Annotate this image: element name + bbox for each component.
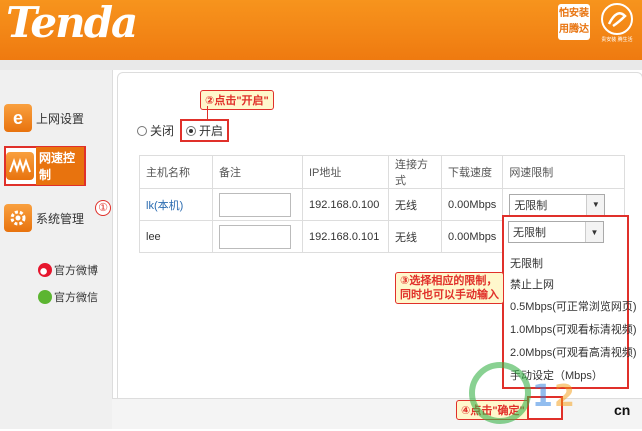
svg-text:2: 2 (554, 379, 575, 414)
step3-line1: ③选择相应的限制， (400, 275, 498, 287)
download-speed: 0.00Mbps (440, 188, 504, 221)
watermark-text: cn (614, 402, 631, 418)
speed-wave-icon (6, 152, 34, 180)
col-limit: 网速限制 (502, 155, 626, 189)
limit-value: 无限制 (513, 227, 546, 239)
weibo-label: 官方微博 (54, 265, 98, 277)
chevron-down-icon: ▼ (586, 194, 605, 215)
internet-e-icon: e (4, 104, 32, 132)
header-bar: Tenda 怕安装 用腾达 贵安装 腾生活 (0, 0, 642, 60)
sidebar-weibo-link[interactable]: 官方微博 (38, 262, 98, 278)
connection-type: 无线 (388, 188, 442, 221)
svg-text:1: 1 (532, 379, 553, 414)
ip-address: 192.168.0.100 (302, 188, 389, 221)
sidebar-item-internet[interactable]: e 上网设置 (4, 98, 112, 138)
step1-marker: ① (95, 200, 111, 216)
on-radio[interactable] (186, 125, 197, 136)
weibo-icon (38, 263, 52, 277)
ip-address: 192.168.0.101 (302, 220, 389, 253)
header-divider (0, 60, 642, 70)
col-host: 主机名称 (139, 155, 213, 189)
brand-emblem-icon: 贵安装 腾生活 (596, 2, 638, 43)
limit-select-open[interactable]: 无限制 ▼ (508, 221, 604, 243)
dropdown-option[interactable]: 1.0Mbps(可观看标清视频) (510, 321, 637, 337)
remark-input[interactable] (219, 224, 291, 249)
step3-line2: 同时也可以手动输入 (400, 289, 499, 301)
remark-input[interactable] (219, 192, 291, 217)
speed-control-toggle: 关闭 开启 (137, 119, 230, 142)
host-name[interactable]: lk(本机) (146, 200, 183, 212)
install-badge: 怕安装 用腾达 (558, 4, 590, 40)
on-option[interactable]: 开启 (180, 119, 230, 142)
col-remark: 备注 (212, 155, 303, 189)
step3-callout: ③选择相应的限制， 同时也可以手动输入 (395, 272, 504, 304)
host-name: lee (146, 230, 161, 243)
chevron-down-icon: ▼ (585, 222, 603, 242)
off-label: 关闭 (150, 124, 175, 138)
dropdown-option[interactable]: 0.5Mbps(可正常浏览网页) (510, 298, 637, 314)
col-ip: IP地址 (302, 155, 389, 189)
limit-select[interactable]: 无限制 ▼ (509, 193, 606, 216)
on-label: 开启 (199, 124, 224, 138)
col-speed: 下载速度 (440, 155, 504, 189)
badge-line1: 怕安装 (559, 8, 589, 19)
sidebar-item-speed-control[interactable]: 网速控制 (4, 146, 86, 186)
brand-subtitle: 贵安装 腾生活 (601, 37, 633, 43)
sidebar: e 上网设置 网速控制 系统管理 官方微博 官方微信 ① (0, 70, 112, 429)
col-conn: 连接方式 (388, 155, 442, 189)
dropdown-option[interactable]: 禁止上网 (510, 276, 554, 292)
site-watermark: 1 2 (440, 358, 640, 428)
wechat-icon (38, 290, 52, 304)
sidebar-wechat-link[interactable]: 官方微信 (38, 289, 98, 305)
download-speed: 0.00Mbps (440, 220, 504, 253)
sidebar-item-label: 系统管理 (36, 211, 85, 226)
badge-line2: 用腾达 (559, 24, 589, 35)
wechat-label: 官方微信 (54, 292, 98, 304)
off-radio[interactable] (137, 125, 147, 136)
tenda-logo: Tenda (6, 0, 138, 47)
sidebar-item-label: 上网设置 (36, 111, 85, 126)
limit-value: 无限制 (514, 199, 548, 212)
dropdown-option[interactable]: 无限制 (510, 255, 543, 271)
table-header-row: 主机名称 备注 IP地址 连接方式 下载速度 网速限制 (139, 155, 626, 189)
gear-icon (4, 204, 32, 232)
sidebar-item-label: 网速控制 (36, 147, 84, 185)
step2-arrow (207, 106, 208, 120)
step2-callout: ②点击"开启" (200, 90, 274, 110)
connection-type: 无线 (388, 220, 442, 253)
